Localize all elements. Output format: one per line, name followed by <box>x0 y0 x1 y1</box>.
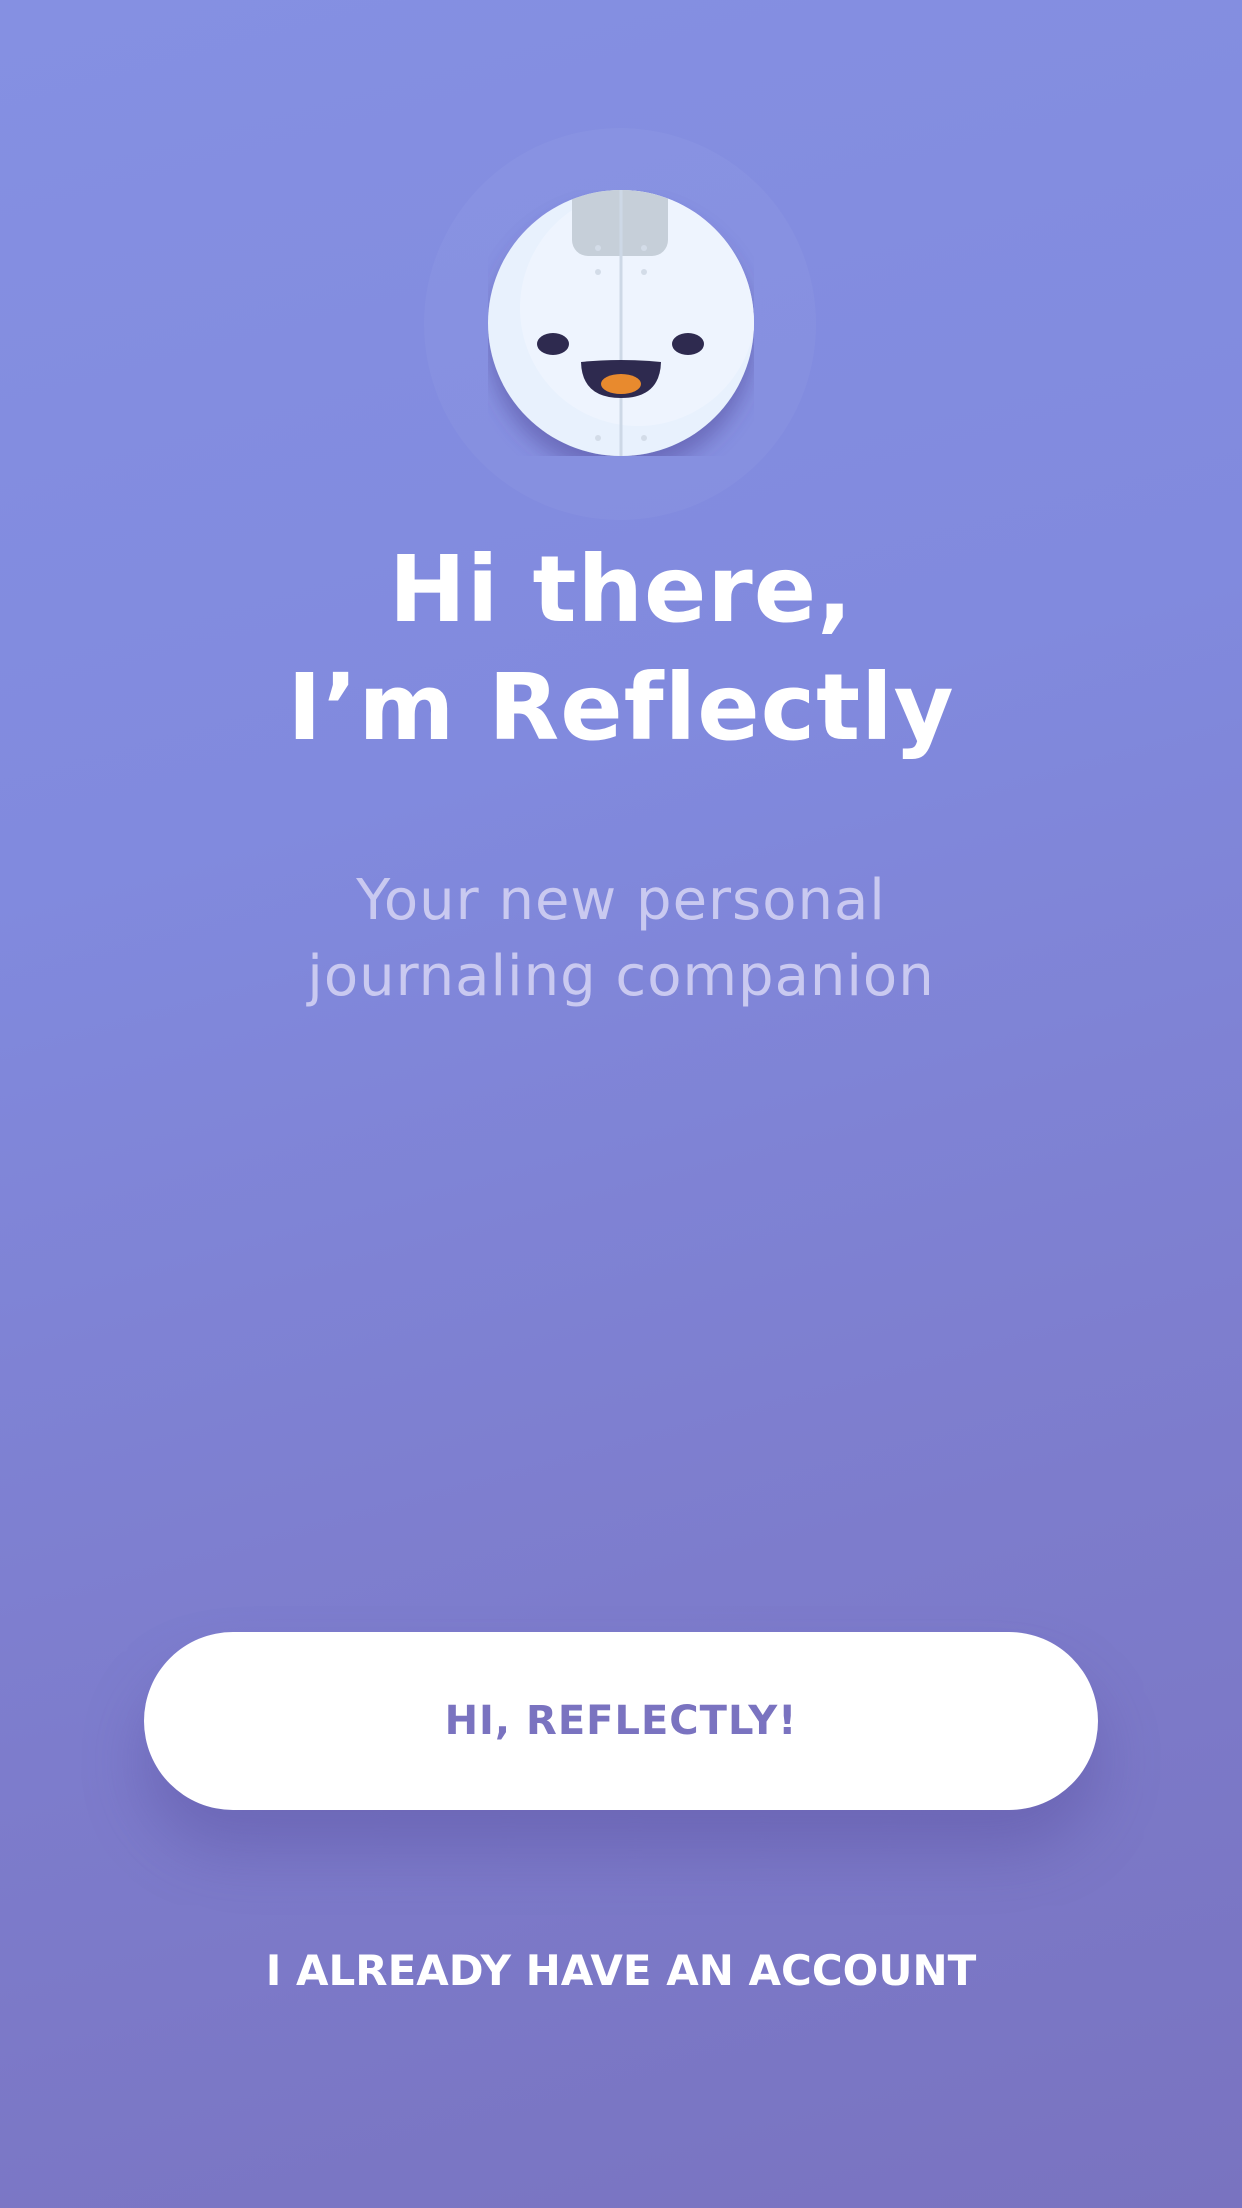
onboarding-screen: Hi there, I’m Reflectly Your new persona… <box>0 0 1242 2208</box>
headline-app-name: I’m Reflectly <box>287 654 955 761</box>
headline-greeting: Hi there, <box>388 536 854 643</box>
hi-reflectly-button-label: HI, REFLECTLY! <box>444 1698 798 1744</box>
subtitle-line-2: journaling companion <box>307 944 935 1009</box>
existing-account-link[interactable]: I ALREADY HAVE AN ACCOUNT <box>0 1946 1242 1995</box>
reflectly-mascot-icon <box>488 190 754 456</box>
hi-reflectly-button[interactable]: HI, REFLECTLY! <box>144 1632 1098 1810</box>
subtitle-line-1: Your new personal <box>356 868 886 933</box>
